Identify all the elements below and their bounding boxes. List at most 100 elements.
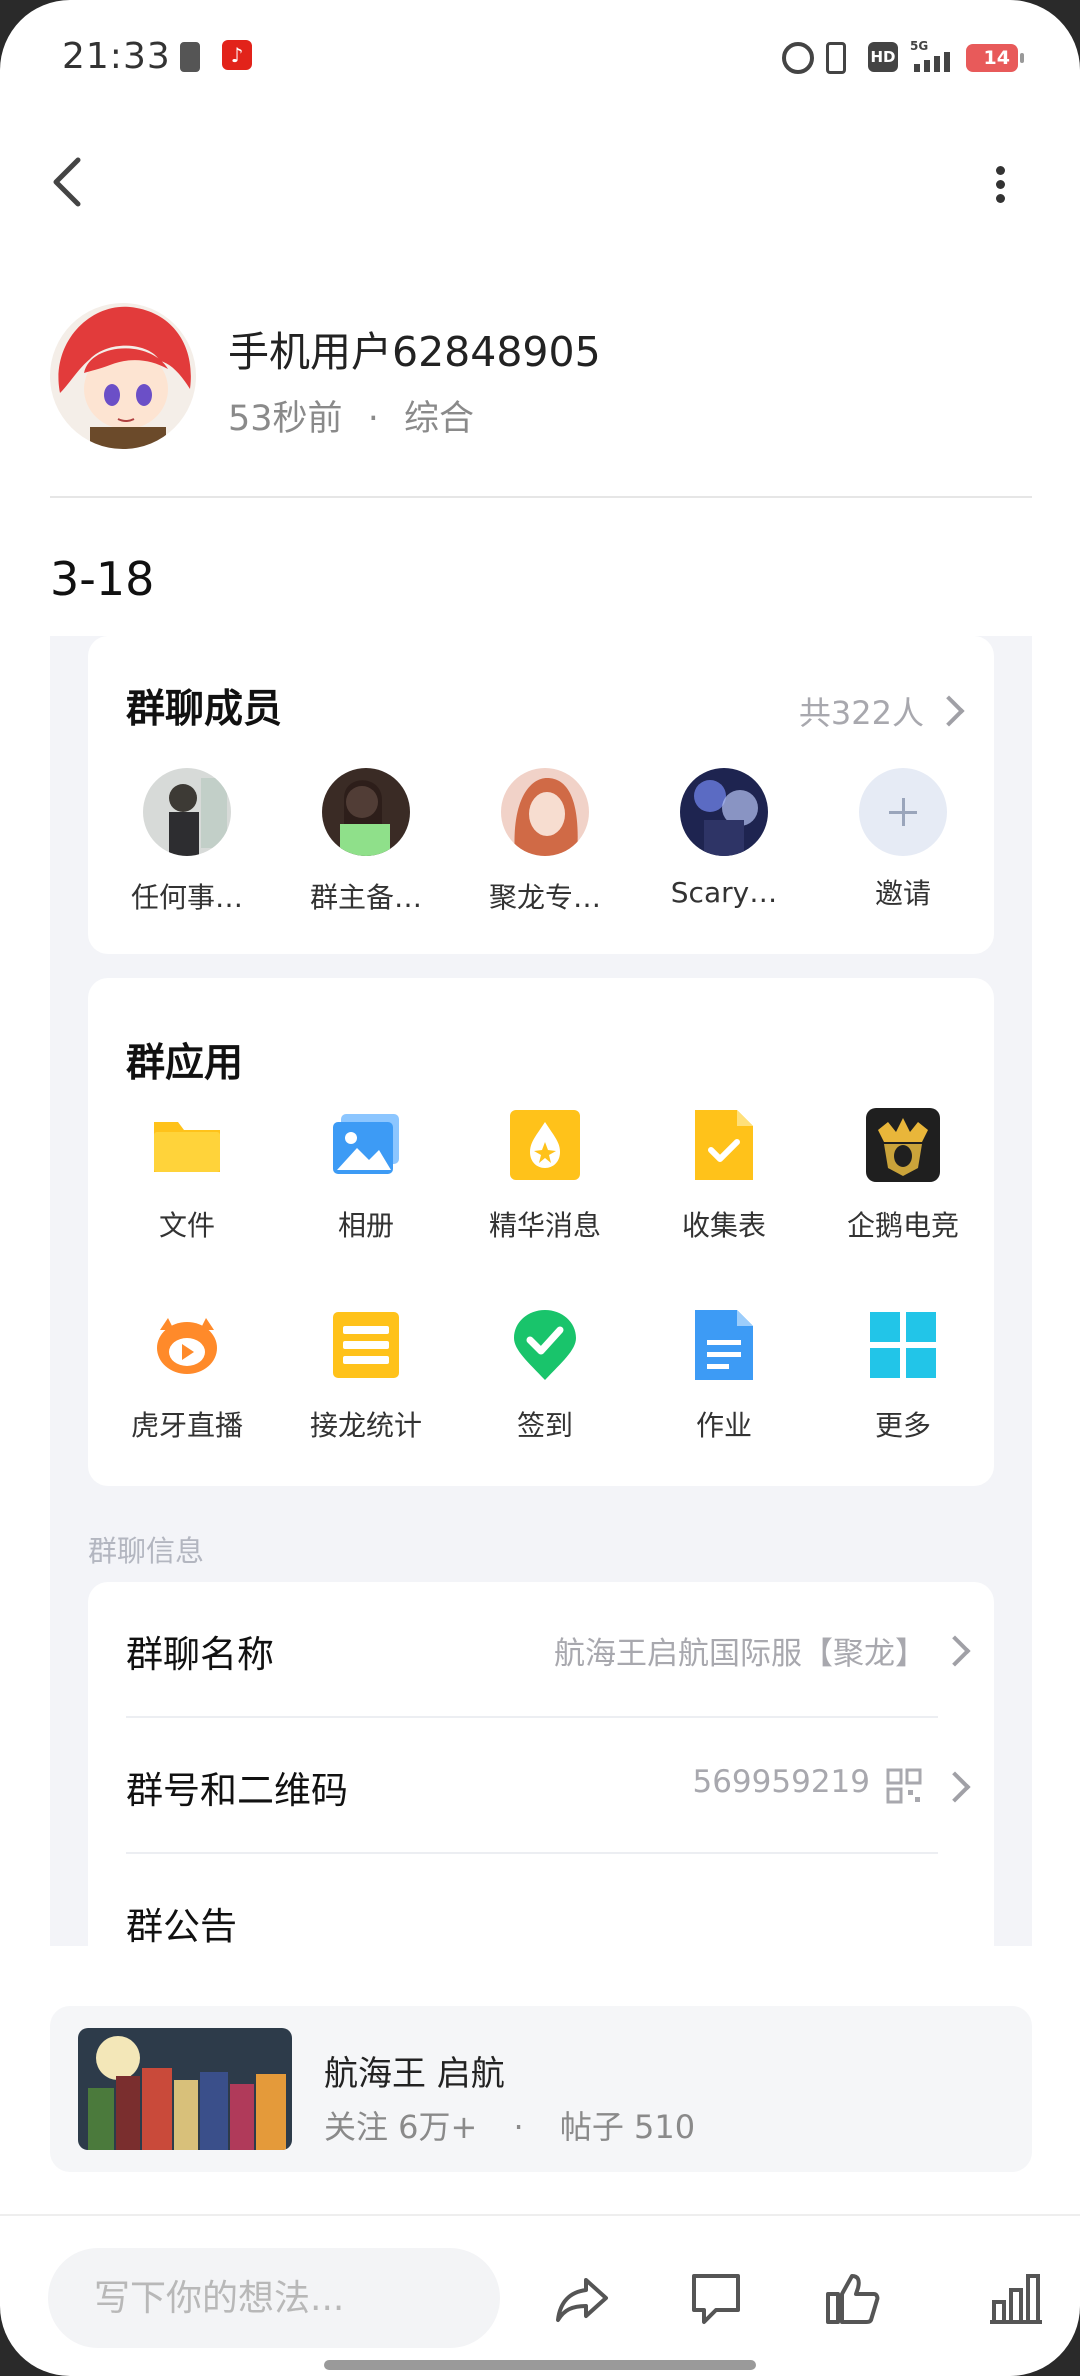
app-huya-live[interactable]: 虎牙直播: [112, 1308, 262, 1444]
app-more[interactable]: 更多: [828, 1308, 978, 1444]
sim-card-icon: [180, 42, 200, 72]
chevron-right-icon: [939, 1635, 971, 1667]
penguin-esports-icon: [866, 1108, 940, 1182]
author-meta: 53秒前 · 综合: [228, 390, 474, 441]
app-label: 文件: [158, 1209, 215, 1242]
group-apps-card: 群应用 文件 相册 精华消息 收集表 企鹅电竞 虎牙直播 接龙统计 签到 作业 …: [88, 978, 994, 1486]
group-name-value: 航海王启航国际服【聚龙】: [554, 1636, 926, 1672]
app-relay-stats[interactable]: 接龙统计: [291, 1308, 441, 1444]
author-name[interactable]: 手机用户62848905: [228, 318, 601, 378]
group-info-section-label: 群聊信息: [88, 1534, 205, 1568]
network-gen-label: 5G: [910, 39, 928, 53]
app-label: 虎牙直播: [130, 1409, 243, 1442]
game-followers: 关注 6万+: [324, 2108, 478, 2146]
invite-member-button[interactable]: 邀请: [828, 768, 978, 912]
app-label: 更多: [874, 1409, 931, 1442]
group-number-row[interactable]: 群号和二维码 569959219: [126, 1718, 976, 1854]
hd-badge: HD: [868, 42, 898, 72]
app-collection-form[interactable]: 收集表: [649, 1108, 799, 1244]
stats-separator: ·: [513, 2108, 524, 2146]
member-item[interactable]: 群主备…: [291, 768, 441, 916]
member-name: 任何事…: [130, 881, 243, 914]
plus-icon: [859, 768, 947, 856]
bottom-bar-divider: [0, 2214, 1080, 2216]
vibrate-icon: [826, 42, 846, 74]
stats-icon[interactable]: [986, 2268, 1046, 2328]
game-card[interactable]: 航海王 启航 关注 6万+ · 帖子 510: [50, 2006, 1032, 2172]
app-label: 作业: [695, 1409, 752, 1442]
member-avatar: [680, 768, 768, 856]
group-announcement-label: 群公告: [126, 1905, 237, 1946]
huya-live-icon: [157, 1318, 217, 1374]
alarm-icon: [782, 42, 814, 74]
share-icon[interactable]: [552, 2268, 612, 2328]
invite-label: 邀请: [874, 877, 931, 910]
app-label: 收集表: [681, 1209, 766, 1242]
battery-level: 14: [983, 47, 1010, 69]
group-announcement-row[interactable]: 群公告: [126, 1854, 976, 1946]
group-info-card: 群聊名称 航海王启航国际服【聚龙】 群号和二维码 569959219 群公告: [88, 1582, 994, 1946]
more-options-button[interactable]: [982, 158, 1018, 208]
app-album[interactable]: 相册: [291, 1108, 441, 1244]
comment-input[interactable]: [48, 2248, 500, 2348]
app-label: 企鹅电竞: [846, 1209, 959, 1242]
netease-music-icon: ♪: [222, 40, 252, 70]
game-name: 航海王 启航: [324, 2054, 505, 2094]
homework-icon: [695, 1310, 753, 1380]
member-name: 群主备…: [309, 881, 422, 914]
member-name: Scary…: [670, 876, 778, 909]
group-name-label: 群聊名称: [126, 1633, 274, 1676]
member-name: 聚龙专…: [488, 881, 601, 914]
post-image[interactable]: 群聊成员 共322人 任何事… 群主备… 聚龙专… Scary… 邀请 群应用 …: [50, 636, 1032, 1946]
meta-separator: ·: [367, 399, 379, 439]
members-count[interactable]: 共322人: [799, 688, 924, 734]
post-time-ago: 53秒前: [228, 399, 343, 439]
app-penguin-esports[interactable]: 企鹅电竞: [828, 1108, 978, 1244]
group-number-label: 群号和二维码: [126, 1769, 348, 1812]
app-files[interactable]: 文件: [112, 1108, 262, 1244]
essence-message-icon: [510, 1110, 580, 1180]
apps-title: 群应用: [126, 1041, 244, 1086]
game-stats: 关注 6万+ · 帖子 510: [324, 2102, 695, 2148]
app-check-in[interactable]: 签到: [470, 1308, 620, 1444]
comment-icon[interactable]: [686, 2268, 746, 2328]
member-avatar: [501, 768, 589, 856]
member-item[interactable]: Scary…: [649, 768, 799, 909]
member-item[interactable]: 任何事…: [112, 768, 262, 916]
qr-code-icon: [886, 1768, 922, 1804]
app-essence[interactable]: 精华消息: [470, 1108, 620, 1244]
members-title: 群聊成员: [126, 687, 283, 732]
app-label: 相册: [337, 1209, 394, 1242]
game-posts: 帖子 510: [559, 2108, 696, 2146]
header-divider: [50, 496, 1032, 498]
more-grid-icon: [870, 1312, 936, 1378]
app-label: 签到: [516, 1409, 573, 1442]
battery-icon: 14: [966, 44, 1024, 72]
phone-screen: 21:33 ♪ HD 5G 14 手机用户62848905 53秒前 · 综合 …: [0, 0, 1080, 2376]
relay-stats-icon: [333, 1312, 399, 1378]
game-thumbnail: [78, 2028, 292, 2150]
photo-album-icon: [333, 1114, 399, 1174]
status-bar: 21:33 ♪ HD 5G 14: [0, 0, 1080, 120]
group-name-row[interactable]: 群聊名称 航海王启航国际服【聚龙】: [126, 1582, 976, 1718]
folder-icon: [154, 1122, 220, 1172]
group-number-value: 569959219: [692, 1764, 870, 1800]
chevron-right-icon: [939, 1771, 971, 1803]
app-label: 精华消息: [488, 1209, 601, 1242]
member-item[interactable]: 聚龙专…: [470, 768, 620, 916]
post-category[interactable]: 综合: [404, 399, 474, 439]
chevron-right-icon: [933, 695, 965, 727]
author-avatar[interactable]: [50, 303, 196, 449]
member-avatar: [143, 768, 231, 856]
app-label: 接龙统计: [309, 1409, 422, 1442]
collection-form-icon: [695, 1110, 753, 1180]
check-in-icon: [514, 1310, 576, 1380]
member-avatar: [322, 768, 410, 856]
signal-icon: 5G: [910, 39, 950, 72]
home-indicator[interactable]: [324, 2360, 756, 2370]
like-icon[interactable]: [822, 2268, 882, 2328]
app-homework[interactable]: 作业: [649, 1308, 799, 1444]
back-button[interactable]: [44, 152, 94, 212]
group-members-card: 群聊成员 共322人 任何事… 群主备… 聚龙专… Scary… 邀请: [88, 636, 994, 954]
status-time: 21:33: [62, 36, 171, 77]
